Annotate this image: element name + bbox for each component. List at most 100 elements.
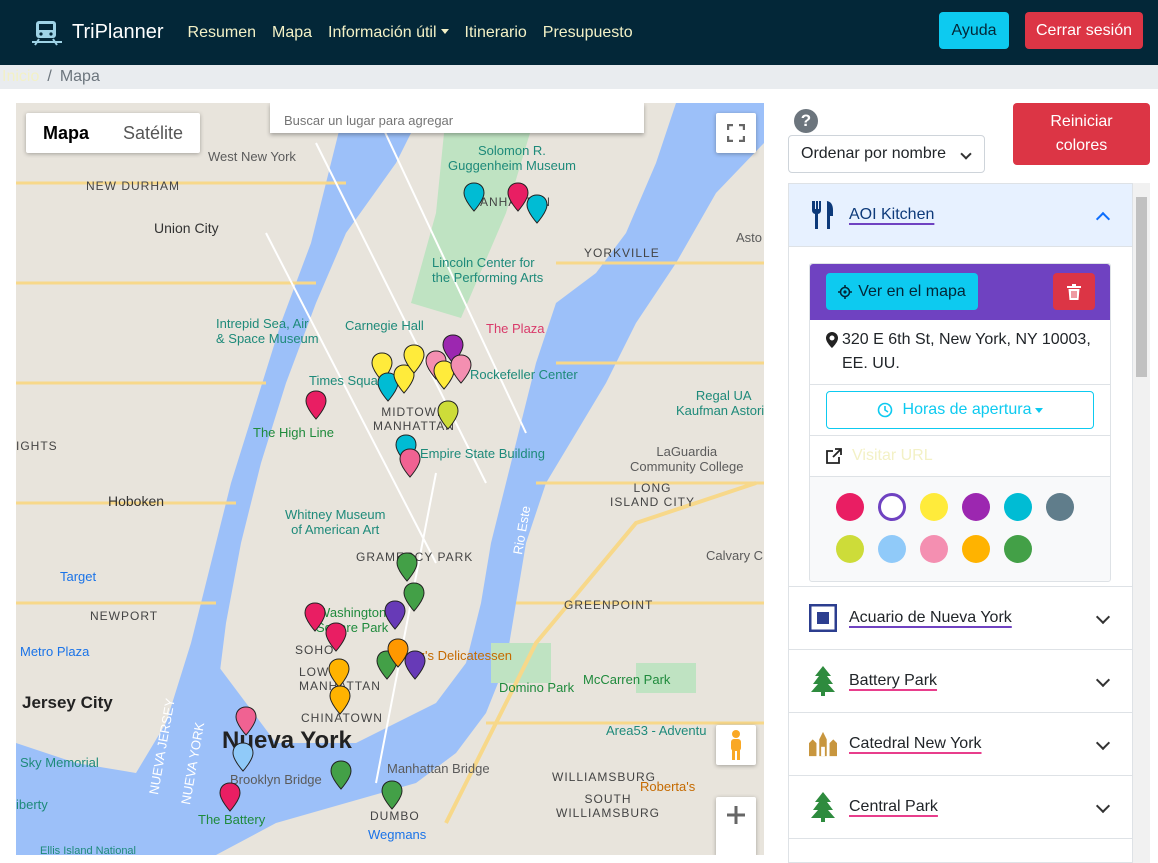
street-view-pegman-button[interactable] [716, 725, 756, 765]
delete-place-button[interactable] [1053, 273, 1095, 310]
map-marker[interactable] [396, 552, 418, 582]
place-card-header: Ver en el mapa [810, 264, 1110, 320]
color-swatch-white-selected[interactable] [878, 493, 906, 521]
color-swatch-light-pink[interactable] [920, 535, 948, 563]
color-swatch-amber[interactable] [962, 535, 990, 563]
zoom-in-button[interactable] [716, 797, 756, 855]
chevron-up-icon [1095, 211, 1111, 227]
color-swatch-yellow[interactable] [920, 493, 948, 521]
color-swatch-pink[interactable] [836, 493, 864, 521]
nav-presupuesto[interactable]: Presupuesto [543, 24, 633, 42]
map-marker[interactable] [305, 390, 327, 420]
restaurant-icon [809, 201, 837, 229]
sort-select-value: Ordenar por nombre [801, 145, 946, 162]
chevron-down-icon [960, 148, 972, 160]
place-title[interactable]: Acuario de Nueva York [849, 609, 1012, 627]
map-marker[interactable] [381, 780, 403, 810]
opening-hours-button[interactable]: Horas de apertura [826, 391, 1094, 429]
map-marker[interactable] [325, 622, 347, 652]
nav-informacion-util[interactable]: Información útil [328, 24, 449, 42]
map-marker[interactable] [329, 685, 351, 715]
place-title[interactable]: AOI Kitchen [849, 206, 934, 224]
breadcrumb-current: Mapa [59, 68, 100, 85]
accordion-header-catedral[interactable]: Catedral New York [789, 713, 1132, 776]
color-swatch-gray[interactable] [1046, 493, 1074, 521]
place-title[interactable]: Catedral New York [849, 735, 982, 753]
map-marker[interactable] [384, 600, 406, 630]
visit-url-link[interactable]: Visitar URL [852, 444, 933, 468]
train-logo-icon [32, 20, 62, 46]
map-type-satellite-button[interactable]: Satélite [106, 113, 200, 153]
place-card: Ver en el mapa 320 E 6th St, New York, N… [809, 263, 1111, 582]
map-marker[interactable] [526, 194, 548, 224]
map-marker[interactable] [403, 582, 425, 612]
map-marker[interactable] [399, 448, 421, 478]
nav-mapa[interactable]: Mapa [272, 24, 312, 42]
tree-icon [809, 666, 837, 696]
nav-resumen[interactable]: Resumen [188, 24, 256, 42]
external-link-icon [826, 448, 842, 464]
accordion-header-battery-park[interactable]: Battery Park [789, 650, 1132, 713]
map-marker[interactable] [404, 650, 426, 680]
question-icon[interactable]: ? [794, 109, 818, 133]
help-button[interactable]: Ayuda [939, 12, 1009, 49]
place-title[interactable]: Central Park [849, 798, 938, 816]
map-marker[interactable] [463, 182, 485, 212]
brand-name: TriPlanner [72, 21, 164, 43]
map-marker[interactable] [330, 760, 352, 790]
map-marker[interactable] [219, 782, 241, 812]
fullscreen-button[interactable] [716, 113, 756, 153]
brand[interactable]: TriPlanner [32, 19, 164, 47]
map-marker[interactable] [304, 602, 326, 632]
sidebar-scrollbar[interactable] [1133, 183, 1150, 863]
map-marker[interactable] [235, 706, 257, 736]
breadcrumb-separator: / [47, 68, 52, 85]
accordion-body-aoi-kitchen: Ver en el mapa 320 E 6th St, New York, N… [789, 247, 1132, 587]
caret-down-icon [1035, 407, 1044, 413]
color-swatch-green[interactable] [1004, 535, 1032, 563]
logout-button[interactable]: Cerrar sesión [1025, 12, 1143, 49]
address-text: 320 E 6th St, New York, NY 10003, EE. UU… [842, 331, 1091, 372]
view-on-map-button[interactable]: Ver en el mapa [826, 273, 978, 310]
places-accordion: AOI Kitchen Ver en el mapa 320 E 6th St,… [788, 183, 1133, 863]
map-marker[interactable] [507, 182, 529, 212]
view-on-map-label: Ver en el mapa [858, 282, 966, 300]
map-marker[interactable] [232, 742, 254, 772]
scrollbar-thumb[interactable] [1136, 197, 1147, 377]
chevron-down-icon [1095, 735, 1111, 751]
fullscreen-icon [727, 124, 745, 142]
map-marker[interactable] [450, 354, 472, 384]
pegman-icon [731, 730, 741, 760]
map-pin-icon [826, 332, 838, 348]
breadcrumb-home-link[interactable]: Inicio [2, 68, 39, 86]
breadcrumb: Inicio / Mapa [0, 65, 1158, 89]
color-swatch-purple[interactable] [962, 493, 990, 521]
chevron-down-icon [1095, 798, 1111, 814]
nav-itinerario[interactable]: Itinerario [465, 24, 527, 42]
cathedral-icon [809, 730, 837, 758]
map-marker[interactable] [328, 658, 350, 688]
plus-icon [727, 806, 745, 824]
top-navbar: TriPlanner Resumen Mapa Información útil… [0, 0, 1158, 65]
map-search-input[interactable]: Buscar un lugar para agregar [270, 103, 644, 133]
color-swatch-light-blue[interactable] [878, 535, 906, 563]
map-type-map-button[interactable]: Mapa [26, 113, 106, 153]
reset-colors-button[interactable]: Reiniciar colores [1013, 103, 1150, 165]
place-title[interactable]: Battery Park [849, 672, 937, 690]
map-type-control: Mapa Satélite [26, 113, 201, 153]
map-markers [219, 182, 548, 812]
accordion-header-acuario[interactable]: Acuario de Nueva York [789, 587, 1132, 650]
tree-icon [809, 792, 837, 822]
aquarium-icon [809, 604, 837, 632]
map-canvas[interactable]: West New York NEW DURHAM Union City Hobo… [16, 103, 764, 855]
caret-down-icon [440, 28, 449, 34]
color-swatch-lime[interactable] [836, 535, 864, 563]
accordion-header-aoi-kitchen[interactable]: AOI Kitchen [789, 184, 1132, 247]
accordion-header-central-park[interactable]: Central Park [789, 776, 1132, 839]
nav-informacion-util-label: Información útil [328, 23, 437, 41]
sort-select[interactable]: Ordenar por nombre [788, 135, 985, 173]
crosshair-icon [838, 284, 853, 299]
color-swatch-cyan[interactable] [1004, 493, 1032, 521]
map-marker[interactable] [437, 400, 459, 430]
clock-icon [877, 402, 892, 418]
